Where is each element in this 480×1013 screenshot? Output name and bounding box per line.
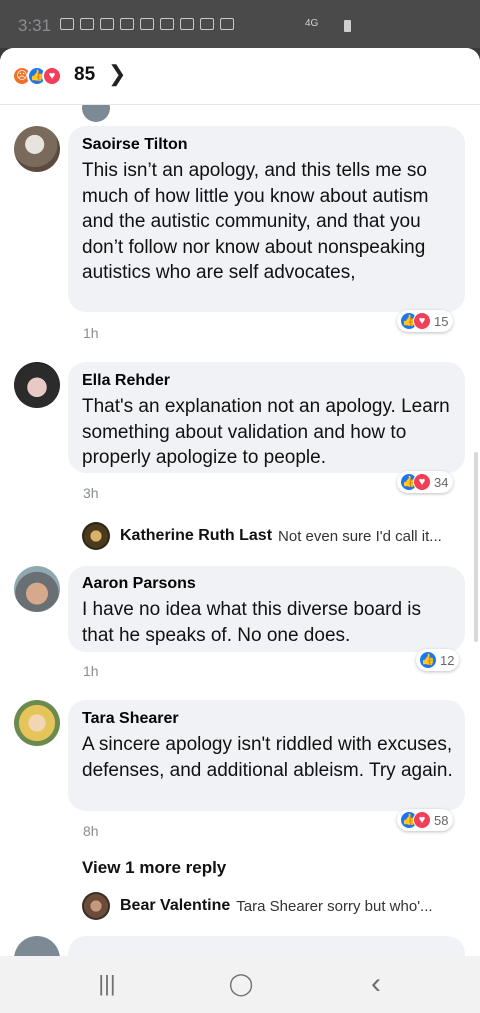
reaction-icons: ☹ 👍 ♥	[12, 66, 62, 86]
reply-preview[interactable]: Bear Valentine Tara Shearer sorry but wh…	[82, 892, 433, 920]
view-more-replies-link[interactable]: View 1 more reply	[82, 858, 226, 878]
back-icon: ‹	[371, 967, 381, 1000]
status-bar: 3:31 4G	[0, 0, 480, 48]
reaction-count: 34	[434, 474, 449, 490]
comment-text: That's an explanation not an apology. Le…	[82, 396, 450, 468]
comment-time[interactable]: 8h	[83, 823, 99, 839]
reply-author[interactable]: Katherine Ruth Last	[120, 527, 272, 545]
comment-reactions[interactable]: 👍 ♥ 34	[397, 471, 454, 493]
image-icon	[200, 18, 214, 30]
ap-news-icon-2	[120, 18, 134, 30]
avatar-aaron[interactable]	[14, 566, 60, 612]
chevron-right-icon[interactable]: ❯	[108, 61, 126, 87]
system-nav-bar: ||| ◯ ‹	[0, 956, 480, 1013]
avatar-ella[interactable]	[14, 362, 60, 408]
w-app-icon	[180, 18, 194, 30]
love-icon: ♥	[413, 811, 431, 829]
like-icon: 👍	[419, 651, 437, 669]
news-icon	[220, 18, 234, 30]
home-button[interactable]: ◯	[226, 970, 256, 998]
comment-time[interactable]: 3h	[83, 485, 99, 501]
avatar[interactable]	[14, 936, 60, 956]
notification-icons	[60, 18, 234, 30]
reply-preview[interactable]: Katherine Ruth Last Not even sure I'd ca…	[82, 522, 442, 550]
avatar-tara[interactable]	[14, 700, 60, 746]
comments-sheet: ☹ 👍 ♥ 85 ❯ Saoirse Tilton This isn’t an …	[0, 48, 480, 956]
comment-text: This isn’t an apology, and this tells me…	[82, 160, 429, 283]
avatar-bear[interactable]	[82, 892, 110, 920]
message-icon	[60, 18, 74, 30]
comment-author[interactable]: Tara Shearer	[82, 710, 179, 728]
reply-text: Tara Shearer sorry but who'...	[236, 897, 433, 915]
love-icon: ♥	[413, 312, 431, 330]
reactions-summary[interactable]: ☹ 👍 ♥ 85 ❯	[0, 48, 480, 105]
avatar-saoirse[interactable]	[14, 126, 60, 172]
reaction-count: 12	[440, 652, 455, 668]
battery-icon	[344, 20, 351, 32]
calendar-icon	[160, 18, 174, 30]
comment-reactions[interactable]: 👍 12	[416, 649, 460, 671]
reaction-count: 58	[434, 812, 449, 828]
missed-call-icon	[80, 18, 94, 30]
comment-text: A sincere apology isn't riddled with exc…	[82, 734, 453, 781]
reply-text: Not even sure I'd call it...	[278, 527, 442, 545]
gallery-icon	[140, 18, 154, 30]
comment-text: I have no idea what this diverse board i…	[82, 599, 422, 646]
status-time: 3:31	[18, 16, 52, 35]
comment-time[interactable]: 1h	[83, 663, 99, 679]
comment-author[interactable]: Saoirse Tilton	[82, 136, 188, 154]
reaction-count: 85	[74, 64, 96, 85]
comment-author[interactable]: Aaron Parsons	[82, 575, 196, 593]
recents-icon: |||	[98, 971, 116, 996]
home-icon: ◯	[228, 971, 254, 996]
avatar-katherine[interactable]	[82, 522, 110, 550]
ap-news-icon	[100, 18, 114, 30]
reply-author[interactable]: Bear Valentine	[120, 897, 230, 915]
comment-reactions[interactable]: 👍 ♥ 58	[397, 809, 454, 831]
comment-time[interactable]: 1h	[83, 325, 99, 341]
recents-button[interactable]: |||	[92, 970, 122, 998]
back-button[interactable]: ‹	[361, 967, 391, 1000]
scrollbar[interactable]	[474, 452, 478, 642]
comment-reactions[interactable]: 👍 ♥ 15	[397, 310, 454, 332]
love-icon: ♥	[42, 66, 62, 86]
love-icon: ♥	[413, 473, 431, 491]
comment-author[interactable]: Ella Rehder	[82, 372, 170, 390]
comment-bubble[interactable]	[68, 936, 465, 956]
reaction-count: 15	[434, 313, 449, 329]
network-indicator: 4G	[305, 18, 319, 29]
